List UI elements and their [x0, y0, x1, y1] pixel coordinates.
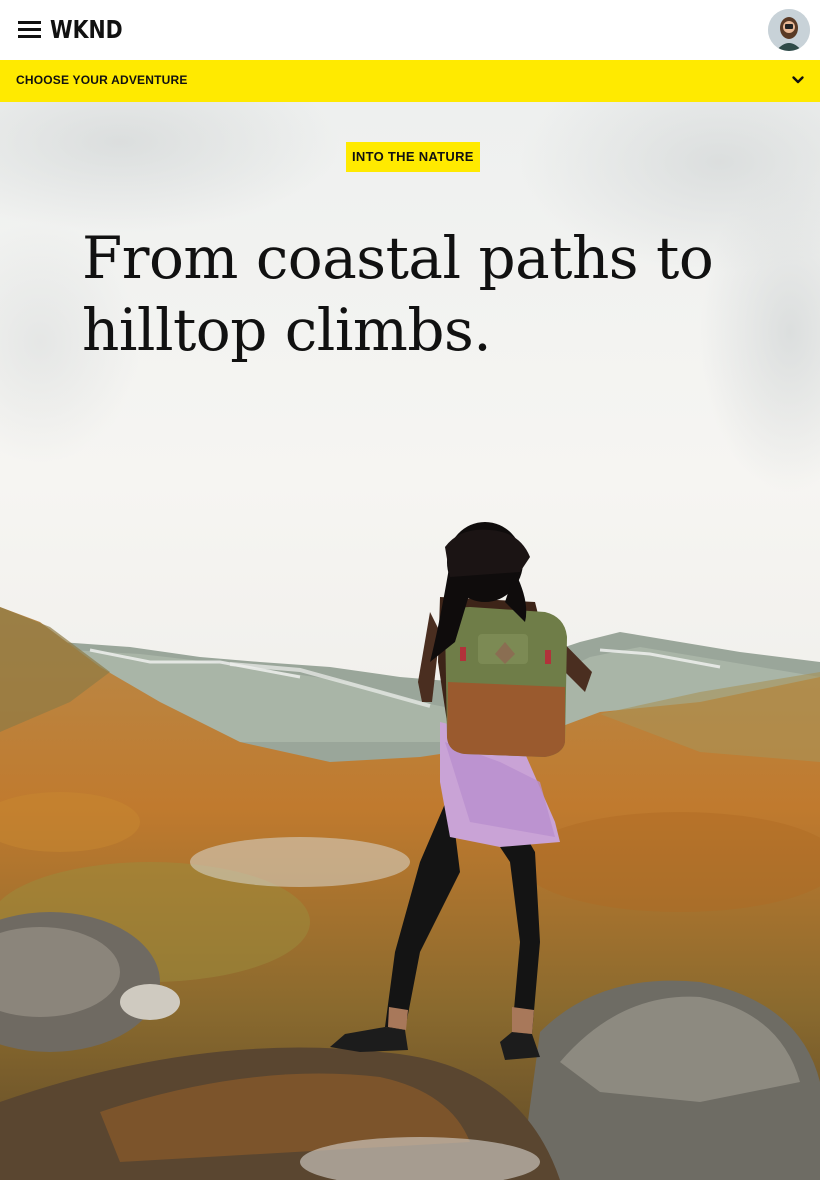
menu-icon-bar: [18, 21, 41, 24]
category-tag: INTO THE NATURE: [346, 142, 480, 172]
chevron-down-icon: [792, 76, 804, 84]
choose-adventure-dropdown[interactable]: CHOOSE YOUR ADVENTURE: [0, 60, 820, 102]
site-logo[interactable]: WKND: [50, 14, 123, 46]
user-avatar-icon[interactable]: [768, 9, 810, 51]
hero-headline: From coastal paths to hilltop climbs.: [82, 224, 714, 364]
menu-icon-bar: [18, 28, 41, 31]
menu-icon-bar: [18, 35, 41, 38]
hamburger-menu-button[interactable]: [18, 18, 42, 42]
site-header: WKND: [0, 0, 820, 60]
adventure-label: CHOOSE YOUR ADVENTURE: [16, 73, 188, 87]
hero-section: INTO THE NATURE From coastal paths to hi…: [0, 102, 820, 1180]
